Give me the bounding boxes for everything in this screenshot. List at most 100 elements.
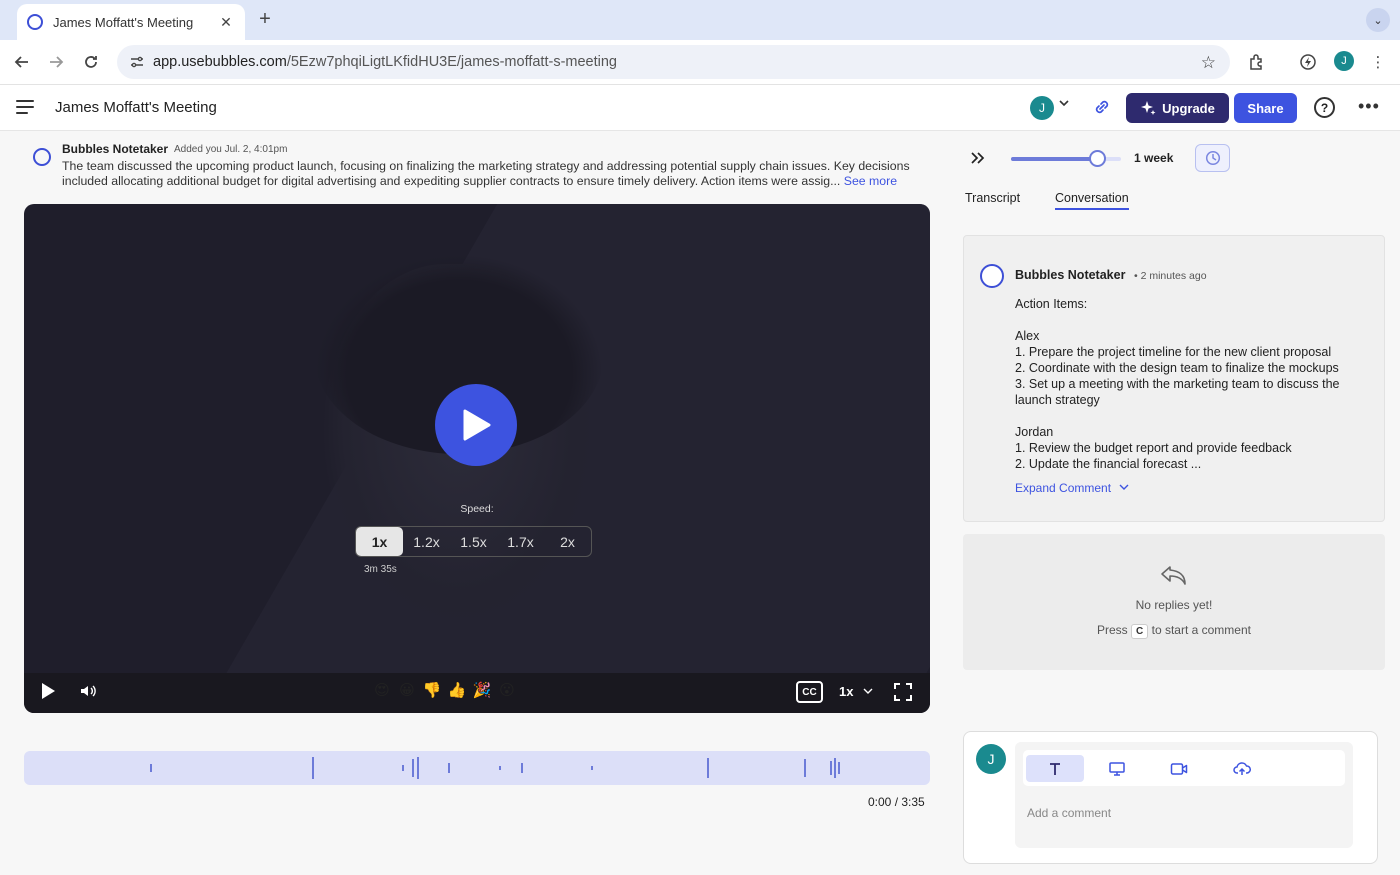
avatar[interactable]: J bbox=[1030, 96, 1054, 120]
avatar: J bbox=[976, 744, 1006, 774]
play-button[interactable] bbox=[435, 384, 517, 466]
waveform-tick bbox=[312, 757, 314, 779]
chevron-down-icon[interactable] bbox=[1058, 97, 1070, 112]
waveform-tick bbox=[521, 763, 523, 773]
screen-icon[interactable] bbox=[1088, 755, 1146, 782]
reaction-party[interactable]: 🎉 bbox=[472, 681, 492, 699]
reaction-surprised[interactable]: 😮 bbox=[497, 681, 517, 699]
summary-added-time: Added you Jul. 2, 4:01pm bbox=[174, 144, 288, 155]
share-button[interactable]: Share bbox=[1234, 93, 1297, 123]
waveform-tick bbox=[834, 758, 836, 778]
replies-empty-state: No replies yet! Press C to start a comme… bbox=[963, 534, 1385, 670]
waveform-tick bbox=[830, 761, 832, 775]
waveform-tick bbox=[448, 763, 450, 773]
chevron-down-icon bbox=[863, 688, 873, 694]
video-player[interactable]: Speed: 1x 1.2x 1.5x 1.7x 2x 3m 35s 😍 😀 👎… bbox=[24, 204, 930, 713]
comment-input[interactable]: Add a comment bbox=[1027, 806, 1111, 820]
reaction-thumbs-up[interactable]: 👍 bbox=[447, 681, 467, 699]
browser-menu-icon[interactable]: ⋮ bbox=[1368, 52, 1388, 72]
comment-author: Bubbles Notetaker bbox=[1015, 268, 1126, 282]
url-text: app.usebubbles.com/5Ezw7phqiLigtLKfidHU3… bbox=[153, 54, 617, 70]
more-options-icon[interactable]: ••• bbox=[1358, 96, 1380, 117]
waveform-tick bbox=[412, 759, 414, 777]
upload-icon[interactable] bbox=[1213, 755, 1271, 782]
expand-comment-label: Expand Comment bbox=[1015, 481, 1112, 495]
playback-speed-button[interactable]: 1x bbox=[839, 684, 873, 699]
camera-icon[interactable] bbox=[1150, 755, 1208, 782]
browser-tab[interactable]: James Moffatt's Meeting ✕ bbox=[17, 4, 245, 40]
playback-speed-value: 1x bbox=[839, 684, 854, 699]
audio-waveform-timeline[interactable] bbox=[24, 751, 930, 785]
reload-icon[interactable] bbox=[80, 51, 102, 73]
collapse-panel-icon[interactable] bbox=[970, 150, 986, 171]
slider-fill bbox=[1011, 157, 1096, 161]
summary-author: Bubbles Notetaker bbox=[62, 142, 169, 156]
time-range-label: 1 week bbox=[1134, 151, 1174, 165]
video-control-bar: 😍 😀 👎 👍 🎉 😮 CC 1x bbox=[24, 673, 930, 713]
copy-link-icon[interactable] bbox=[1092, 97, 1112, 117]
speed-option-1.7x[interactable]: 1.7x bbox=[497, 527, 544, 556]
menu-hamburger-icon[interactable] bbox=[16, 100, 34, 114]
captions-button[interactable]: CC bbox=[796, 681, 823, 703]
page-title: James Moffatt's Meeting bbox=[55, 99, 217, 116]
slider-handle[interactable] bbox=[1089, 150, 1106, 167]
extensions-puzzle-icon[interactable] bbox=[1247, 52, 1267, 72]
upgrade-button[interactable]: Upgrade bbox=[1126, 93, 1229, 123]
see-more-link[interactable]: See more bbox=[844, 174, 897, 188]
speed-option-1x[interactable]: 1x bbox=[356, 527, 403, 556]
browser-profile-avatar[interactable]: J bbox=[1334, 51, 1354, 71]
comment-time: • 2 minutes ago bbox=[1134, 270, 1207, 282]
tab-conversation[interactable]: Conversation bbox=[1055, 191, 1129, 210]
summary-body: The team discussed the upcoming product … bbox=[62, 159, 910, 188]
fullscreen-icon[interactable] bbox=[894, 683, 912, 701]
speed-option-2x[interactable]: 2x bbox=[544, 527, 591, 556]
history-clock-button[interactable] bbox=[1195, 144, 1230, 172]
hint-key: C bbox=[1131, 624, 1149, 639]
text-icon[interactable] bbox=[1026, 755, 1084, 782]
speed-duration-hint: 3m 35s bbox=[364, 564, 397, 575]
speed-option-1.2x[interactable]: 1.2x bbox=[403, 527, 450, 556]
volume-icon[interactable] bbox=[79, 682, 97, 700]
expand-comment-link[interactable]: Expand Comment bbox=[1015, 481, 1129, 495]
url-field[interactable]: app.usebubbles.com/5Ezw7phqiLigtLKfidHU3… bbox=[117, 45, 1230, 79]
address-bar: app.usebubbles.com/5Ezw7phqiLigtLKfidHU3… bbox=[0, 40, 1400, 85]
reaction-thumbs-down[interactable]: 👎 bbox=[422, 681, 442, 699]
chevron-down-icon bbox=[1119, 484, 1129, 490]
reaction-bar: 😍 😀 👎 👍 🎉 😮 bbox=[372, 681, 517, 699]
waveform-tick bbox=[499, 766, 501, 770]
app-header: James Moffatt's Meeting J Upgrade Share … bbox=[0, 85, 1400, 131]
url-host: app.usebubbles.com bbox=[153, 54, 287, 70]
waveform-tick bbox=[838, 762, 840, 774]
new-tab-button[interactable]: + bbox=[256, 8, 274, 30]
time-range-slider[interactable] bbox=[1011, 150, 1121, 167]
waveform-tick bbox=[150, 764, 152, 772]
play-small-icon[interactable] bbox=[40, 682, 56, 700]
no-replies-title: No replies yet! bbox=[1135, 598, 1213, 612]
reaction-grin[interactable]: 😀 bbox=[397, 681, 417, 699]
bookmark-star-icon[interactable]: ☆ bbox=[1201, 53, 1216, 73]
waveform-tick bbox=[591, 766, 593, 770]
hint-suffix: to start a comment bbox=[1151, 623, 1251, 637]
help-icon[interactable]: ? bbox=[1314, 97, 1335, 118]
no-replies-hint: Press C to start a comment bbox=[963, 623, 1385, 639]
playback-timecode: 0:00 / 3:35 bbox=[868, 795, 925, 809]
waveform-tick bbox=[804, 759, 806, 777]
tab-close-icon[interactable]: ✕ bbox=[217, 14, 235, 31]
bubbles-favicon-icon bbox=[27, 14, 43, 30]
composer-box: Add a comment bbox=[1015, 742, 1353, 848]
site-settings-icon[interactable] bbox=[129, 54, 145, 70]
speed-selector: 1x 1.2x 1.5x 1.7x 2x bbox=[355, 526, 592, 557]
tab-transcript[interactable]: Transcript bbox=[965, 191, 1020, 205]
extension-bolt-icon[interactable] bbox=[1298, 52, 1318, 72]
speed-option-1.5x[interactable]: 1.5x bbox=[450, 527, 497, 556]
reaction-heart-eyes[interactable]: 😍 bbox=[372, 681, 392, 699]
comment-composer: J Add a comment bbox=[963, 731, 1378, 864]
summary-text: The team discussed the upcoming product … bbox=[62, 159, 932, 189]
forward-arrow-icon[interactable] bbox=[45, 51, 67, 73]
bubbles-notetaker-icon bbox=[980, 264, 1004, 288]
bubbles-notetaker-icon bbox=[33, 148, 51, 166]
tab-search-chevron-icon[interactable]: ⌄ bbox=[1366, 8, 1390, 32]
waveform-tick bbox=[417, 757, 419, 779]
back-arrow-icon[interactable] bbox=[11, 51, 33, 73]
sparkle-icon bbox=[1141, 101, 1156, 115]
